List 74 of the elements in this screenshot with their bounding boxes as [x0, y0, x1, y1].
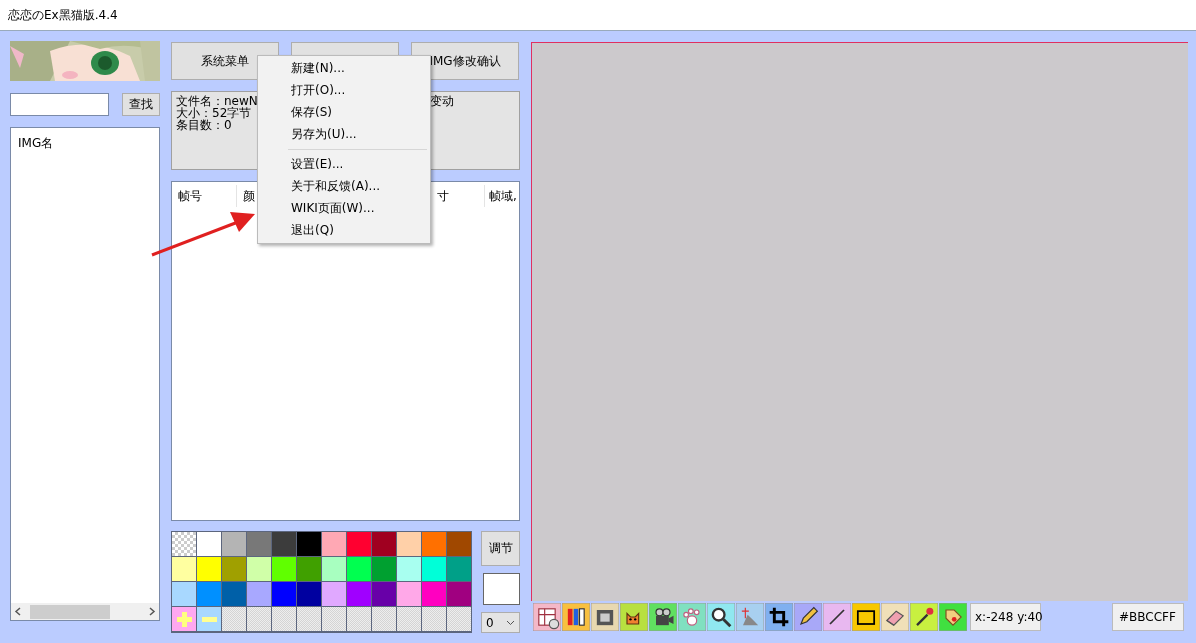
remove-icon[interactable]	[197, 607, 221, 631]
color-swatch[interactable]	[197, 557, 221, 581]
color-swatch[interactable]	[372, 532, 396, 556]
color-bars-icon[interactable]	[562, 603, 590, 631]
search-button[interactable]: 查找	[122, 93, 160, 116]
search-icon[interactable]	[707, 603, 735, 631]
dropdown-caret-icon	[506, 619, 515, 626]
color-code-readout: #BBCCFF	[1112, 603, 1184, 631]
current-color-swatch[interactable]	[483, 573, 520, 605]
table-icon[interactable]	[533, 603, 561, 631]
eyedropper-icon[interactable]	[910, 603, 938, 631]
file-info-text: 变动	[430, 95, 454, 107]
menu-item[interactable]: 保存(S)	[258, 101, 430, 123]
search-field[interactable]	[10, 93, 109, 116]
file-info-text: 大小：52字节	[176, 107, 252, 119]
color-swatch[interactable]	[347, 532, 371, 556]
menu-item[interactable]: 设置(E)...	[258, 153, 430, 175]
color-swatch[interactable]	[447, 532, 471, 556]
coordinates-readout: x:-248 y:40	[970, 603, 1041, 631]
color-swatch[interactable]	[247, 582, 271, 606]
color-swatch[interactable]	[322, 582, 346, 606]
color-swatch[interactable]	[422, 557, 446, 581]
color-swatch[interactable]	[272, 557, 296, 581]
color-swatch[interactable]	[447, 582, 471, 606]
color-swatch[interactable]	[372, 582, 396, 606]
color-swatch[interactable]	[422, 582, 446, 606]
color-swatch[interactable]	[297, 582, 321, 606]
color-swatch[interactable]	[297, 557, 321, 581]
color-swatch[interactable]	[397, 582, 421, 606]
list-header: IMG名	[18, 136, 54, 150]
color-swatch[interactable]	[197, 582, 221, 606]
color-swatch[interactable]	[247, 557, 271, 581]
color-swatch[interactable]	[347, 557, 371, 581]
film-icon[interactable]	[591, 603, 619, 631]
color-swatch[interactable]	[397, 557, 421, 581]
color-swatch[interactable]	[222, 532, 246, 556]
color-swatch[interactable]	[222, 557, 246, 581]
adjust-button[interactable]: 调节	[481, 531, 520, 566]
paw-icon[interactable]	[678, 603, 706, 631]
color-swatch[interactable]	[372, 557, 396, 581]
color-swatch[interactable]	[422, 532, 446, 556]
horizontal-scrollbar[interactable]	[11, 603, 159, 620]
menu-item[interactable]: 另存为(U)...	[258, 123, 430, 145]
color-swatch[interactable]	[322, 532, 346, 556]
color-swatch[interactable]	[272, 582, 296, 606]
color-swatch[interactable]	[222, 582, 246, 606]
crop-icon[interactable]	[765, 603, 793, 631]
color-swatch[interactable]	[397, 532, 421, 556]
file-info-text: 条目数：0	[176, 119, 232, 131]
color-swatch[interactable]	[247, 532, 271, 556]
column-header[interactable]: 帧号	[172, 185, 237, 207]
color-swatch[interactable]	[297, 532, 321, 556]
window-title: 恋恋のEx黑猫版.4.4	[8, 6, 118, 24]
camera-icon[interactable]	[649, 603, 677, 631]
color-swatch[interactable]	[172, 582, 196, 606]
color-swatch[interactable]	[272, 532, 296, 556]
menu-item[interactable]: 打开(O)...	[258, 79, 430, 101]
menu-item[interactable]: WIKI页面(W)...	[258, 197, 430, 219]
color-swatch[interactable]	[322, 557, 346, 581]
color-swatch[interactable]	[347, 582, 371, 606]
color-swatch[interactable]	[197, 532, 221, 556]
color-swatch[interactable]	[172, 557, 196, 581]
color-swatch[interactable]	[447, 557, 471, 581]
column-header[interactable]: 帧域,	[485, 185, 519, 207]
file-info-text: 文件名：newN	[176, 95, 258, 107]
menu-item[interactable]: 关于和反馈(A)...	[258, 175, 430, 197]
layer-dropdown[interactable]: 0	[481, 612, 520, 633]
transparent-swatch[interactable]	[172, 532, 196, 556]
add-icon[interactable]	[172, 607, 196, 631]
pencil-icon[interactable]	[794, 603, 822, 631]
tag-icon[interactable]	[939, 603, 967, 631]
cat-icon[interactable]	[620, 603, 648, 631]
menu-item[interactable]: 退出(Q)	[258, 219, 430, 241]
eraser-icon[interactable]	[881, 603, 909, 631]
